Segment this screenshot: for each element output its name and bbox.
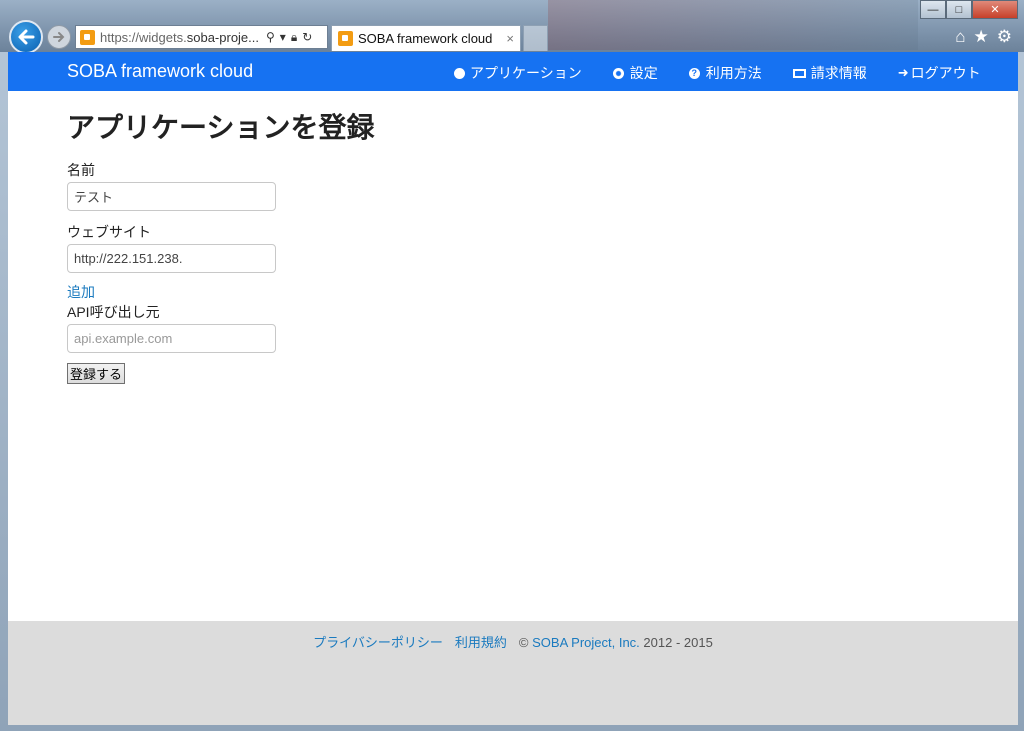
footer: プライバシーポリシー 利用規約 © SOBA Project, Inc. 2012 … [8,621,1018,725]
globe-icon [454,67,465,79]
tab-title: SOBA framework cloud [358,31,493,46]
register-button[interactable]: 登録する [67,363,126,384]
website-label: ウェブサイト [67,224,151,240]
star-icon[interactable]: ★ [974,27,989,47]
dropdown-icon[interactable]: ▾ [280,30,286,45]
nav-item-settings[interactable]: 設定 [612,63,658,83]
copyright-years: 2012 - 2015 [643,635,713,650]
gear-icon[interactable]: ⚙ [997,27,1012,47]
register-form: アプリケーションを登録 名前 テスト ウェブサイト http://222.151… [67,110,374,384]
terms-link[interactable]: 利用規約 [455,635,507,650]
question-icon: ? [688,67,700,79]
new-tab-button[interactable] [523,25,548,51]
page-viewport: SOBA framework cloud アプリケーション 設定 ? 利用方法 … [8,52,1018,725]
brand-link[interactable]: SOBA framework cloud [67,61,253,82]
tab-soba[interactable]: SOBA framework cloud × [331,25,521,51]
arrow-left-icon [18,29,35,45]
site-favicon-icon [80,29,95,45]
url-text[interactable]: https://widgets.soba-proje... [100,30,260,45]
copyright-symbol: © [518,635,529,650]
arrow-right-icon [53,32,65,42]
nav-item-usage[interactable]: ? 利用方法 [688,63,762,83]
page-title: アプリケーションを登録 [67,112,375,143]
nav-item-applications[interactable]: アプリケーション [454,63,582,83]
refresh-icon[interactable]: ↻ [302,30,312,45]
search-icon[interactable]: ⚲ [266,30,275,45]
tab-close-icon[interactable]: × [506,31,514,46]
home-icon[interactable]: ⌂ [955,27,965,47]
api-caller-input[interactable]: api.example.com [67,324,276,353]
name-input[interactable]: テスト [67,182,276,211]
lock-icon[interactable]: 🔒︎ [291,30,297,45]
close-window-button[interactable]: ✕ [972,0,1018,19]
api-caller-label: API呼び出し元 [67,304,160,320]
name-label: 名前 [67,162,95,178]
add-link[interactable]: 追加 [67,282,374,302]
back-button[interactable] [9,20,43,54]
maximize-button[interactable]: □ [946,0,972,19]
gear-icon [612,67,624,79]
browser-window: https://widgets.soba-proje... ⚲ ▾ 🔒︎ ↻ S… [0,0,1024,731]
nav-links: アプリケーション 設定 ? 利用方法 請求情報 ➜ ログアウト [454,63,1012,83]
tab-favicon-icon [338,31,353,46]
nav-item-logout[interactable]: ➜ ログアウト [898,63,981,83]
forward-button[interactable] [47,25,71,49]
top-navbar: SOBA framework cloud アプリケーション 設定 ? 利用方法 … [8,52,1018,91]
privacy-policy-link[interactable]: プライバシーポリシー [313,635,443,650]
website-input[interactable]: http://222.151.238. [67,244,276,273]
address-bar[interactable]: https://widgets.soba-proje... ⚲ ▾ 🔒︎ ↻ [75,25,328,49]
company-link[interactable]: SOBA Project, Inc. [532,635,640,650]
title-bar: https://widgets.soba-proje... ⚲ ▾ 🔒︎ ↻ S… [0,0,1024,54]
arrow-right-icon: ➜ [897,65,909,80]
minimize-button[interactable]: — [920,0,946,19]
footer-line: プライバシーポリシー 利用規約 © SOBA Project, Inc. 2012 … [8,632,1018,651]
credit-card-icon [792,68,806,78]
nav-item-billing[interactable]: 請求情報 [792,63,867,83]
